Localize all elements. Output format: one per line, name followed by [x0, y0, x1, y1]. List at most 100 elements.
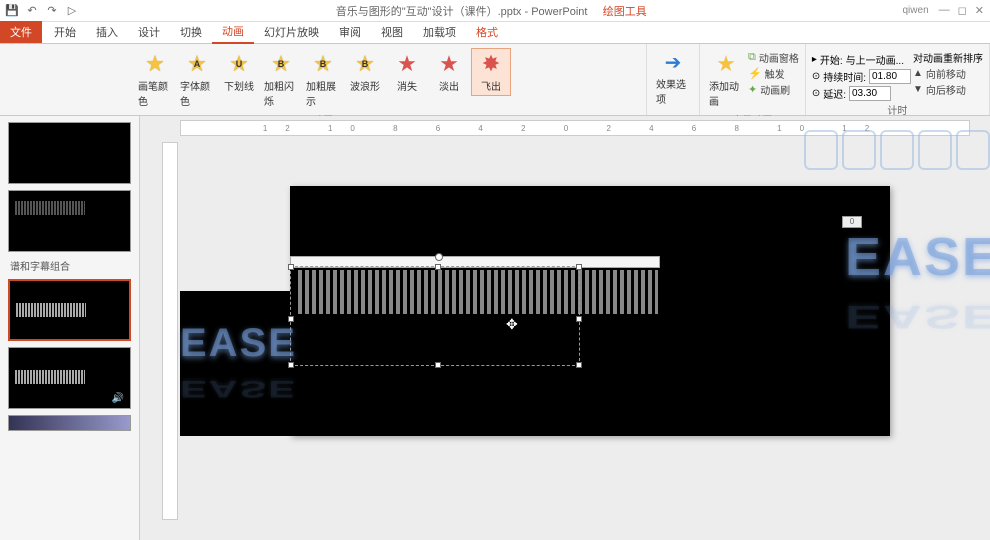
tab-slideshow[interactable]: 幻灯片放映: [254, 21, 329, 43]
undo-icon[interactable]: ↶: [24, 3, 40, 19]
reorder-label: 对动画重新排序: [913, 50, 983, 65]
quick-access-toolbar: 💾 ↶ ↷ ▷: [0, 3, 80, 19]
anim-label: 下划线: [224, 78, 254, 93]
resize-handle-se[interactable]: [576, 362, 582, 368]
anim-label: 消失: [397, 78, 417, 93]
animation-1[interactable]: ★A字体颜色: [177, 48, 217, 111]
animation-0[interactable]: ★画笔颜色: [135, 48, 175, 111]
tab-animations[interactable]: 动画: [212, 20, 254, 44]
save-icon[interactable]: 💾: [4, 3, 20, 19]
start-slideshow-icon[interactable]: ▷: [64, 3, 80, 19]
animation-3[interactable]: ★B加粗闪烁: [261, 48, 301, 111]
add-star-icon: ★: [713, 51, 739, 77]
selection-box[interactable]: [290, 266, 580, 366]
resize-handle-n[interactable]: [435, 264, 441, 270]
anim-label: 淡出: [439, 78, 459, 93]
anim-label: 加粗闪烁: [264, 78, 298, 108]
redo-icon[interactable]: ↷: [44, 3, 60, 19]
vertical-ruler: [162, 142, 178, 520]
resize-handle-ne[interactable]: [576, 264, 582, 270]
animation-5[interactable]: ★B波浪形: [345, 48, 385, 96]
down-icon: ▼: [913, 84, 923, 95]
resize-handle-s[interactable]: [435, 362, 441, 368]
group-timing: ▸开始:与上一动画... ⊙持续时间: ⊙延迟: 对动画重新排序 ▲向前移动 ▼…: [806, 44, 990, 115]
pane-icon: ⧉: [748, 51, 756, 64]
group-animations: ★画笔颜色★A字体颜色★U下划线★B加粗闪烁★B加粗展示★B波浪形★消失★淡出✸…: [0, 44, 647, 115]
animation-marker[interactable]: 0: [842, 216, 862, 228]
tab-transitions[interactable]: 切换: [170, 21, 212, 43]
context-tool-label: 绘图工具: [603, 6, 647, 18]
duration-input[interactable]: [869, 69, 911, 84]
slide-thumbnails[interactable]: 谱和字幕组合 🔊: [0, 116, 140, 540]
tab-insert[interactable]: 插入: [86, 21, 128, 43]
close-icon[interactable]: ✕: [975, 4, 984, 17]
tab-home[interactable]: 开始: [44, 21, 86, 43]
resize-handle-nw[interactable]: [288, 264, 294, 270]
ribbon-tabs: 文件 开始 插入 设计 切换 动画 幻灯片放映 审阅 视图 加载项 格式: [0, 22, 990, 44]
group-advanced: ★ 添加动画 ⧉动画窗格 ⚡触发 ✦动画刷 高级动画: [700, 44, 806, 115]
slide-canvas[interactable]: 12 10 8 6 4 2 0 2 4 6 8 10 12 0 ✥ EASE E…: [140, 116, 990, 540]
tab-file[interactable]: 文件: [0, 21, 42, 43]
tab-design[interactable]: 设计: [128, 21, 170, 43]
duration-label: 持续时间:: [823, 69, 866, 84]
thumbnail-2[interactable]: [8, 190, 131, 252]
play-icon: ▸: [812, 54, 817, 65]
filename-label: 音乐与图形的"互动"设计（课件）.pptx - PowerPoint: [336, 6, 588, 18]
anim-label: 画笔颜色: [138, 78, 172, 108]
start-value[interactable]: 与上一动画...: [846, 52, 904, 67]
rotate-handle[interactable]: [435, 253, 443, 261]
delay-label: 延迟:: [823, 86, 846, 101]
resize-handle-sw[interactable]: [288, 362, 294, 368]
thumbnail-5[interactable]: [8, 415, 131, 431]
animation-7[interactable]: ★淡出: [429, 48, 469, 96]
anim-label: 波浪形: [350, 78, 380, 93]
star-icon: ★: [142, 51, 168, 77]
tab-view[interactable]: 视图: [371, 21, 413, 43]
clock-icon: ⊙: [812, 71, 820, 82]
anim-label: 加粗展示: [306, 78, 340, 108]
star-icon: ★: [436, 51, 462, 77]
ribbon: ★画笔颜色★A字体颜色★U下划线★B加粗闪烁★B加粗展示★B波浪形★消失★淡出✸…: [0, 44, 990, 116]
star-icon: ✸: [478, 51, 504, 77]
thumbnail-1[interactable]: [8, 122, 131, 184]
delay-input[interactable]: [849, 86, 891, 101]
animation-pane-button[interactable]: ⧉动画窗格: [748, 50, 799, 65]
tab-review[interactable]: 审阅: [329, 21, 371, 43]
move-later-button[interactable]: ▼向后移动: [913, 82, 983, 97]
maximize-icon[interactable]: ◻: [958, 4, 967, 17]
thumbnail-3[interactable]: [8, 279, 131, 341]
delay-icon: ⊙: [812, 88, 820, 99]
up-icon: ▲: [913, 68, 923, 79]
window-controls: — ◻ ✕: [933, 4, 990, 17]
animation-painter-button[interactable]: ✦动画刷: [748, 82, 799, 97]
anim-label: 字体颜色: [180, 78, 214, 108]
lightning-icon: ⚡: [748, 67, 762, 80]
start-label: 开始:: [820, 52, 843, 67]
star-icon: ★B: [268, 51, 294, 77]
animation-2[interactable]: ★U下划线: [219, 48, 259, 96]
move-earlier-button[interactable]: ▲向前移动: [913, 66, 983, 81]
animation-8[interactable]: ✸飞出: [471, 48, 511, 96]
trigger-button[interactable]: ⚡触发: [748, 66, 799, 81]
effect-options-button[interactable]: ➔ 效果选项: [653, 46, 693, 109]
thumbnail-4[interactable]: 🔊: [8, 347, 131, 409]
add-animation-button[interactable]: ★ 添加动画: [706, 48, 746, 111]
star-icon: ★B: [310, 51, 336, 77]
star-icon: ★A: [184, 51, 210, 77]
resize-handle-e[interactable]: [576, 316, 582, 322]
animation-6[interactable]: ★消失: [387, 48, 427, 96]
window-title: 音乐与图形的"互动"设计（课件）.pptx - PowerPoint 绘图工具: [80, 3, 903, 19]
workspace: 谱和字幕组合 🔊 12 10 8 6 4 2 0 2 4 6 8 10 12 0…: [0, 116, 990, 540]
star-icon: ★U: [226, 51, 252, 77]
minimize-icon[interactable]: —: [939, 4, 950, 17]
resize-handle-w[interactable]: [288, 316, 294, 322]
section-label: 谱和字幕组合: [10, 258, 129, 273]
brush-icon: ✦: [748, 83, 757, 96]
title-bar: 💾 ↶ ↷ ▷ 音乐与图形的"互动"设计（课件）.pptx - PowerPoi…: [0, 0, 990, 22]
star-icon: ★B: [352, 51, 378, 77]
anim-label: 飞出: [481, 78, 501, 93]
tab-addins[interactable]: 加载项: [413, 21, 466, 43]
speaker-icon: 🔊: [112, 393, 124, 404]
animation-4[interactable]: ★B加粗展示: [303, 48, 343, 111]
tab-format[interactable]: 格式: [466, 21, 508, 43]
